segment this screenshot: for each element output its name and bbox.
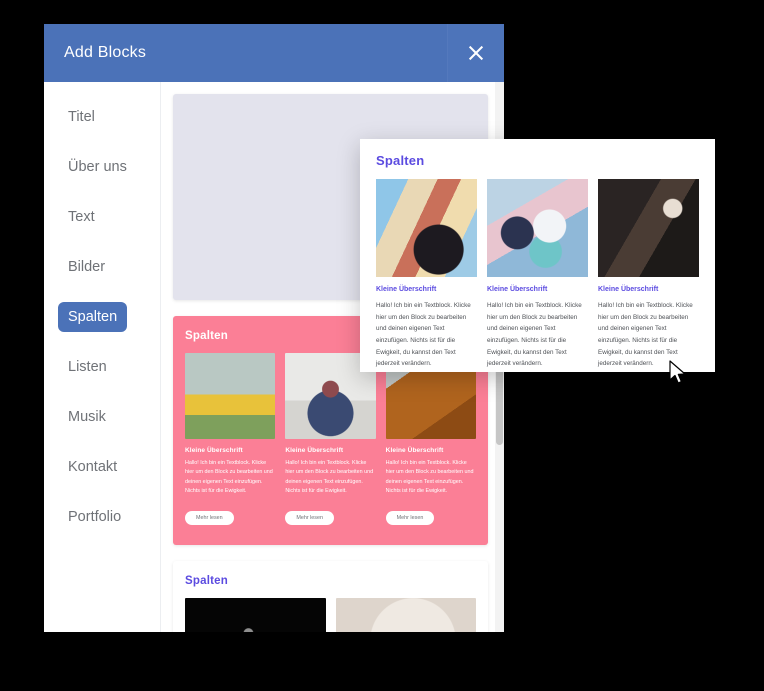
column-image (185, 353, 276, 439)
preview-column-image (487, 179, 588, 277)
block-column: Kleine Überschrift Hallo! Ich bin ein Te… (285, 353, 376, 525)
column-heading: Kleine Überschrift (385, 447, 444, 454)
column-button[interactable]: Mehr lesen (285, 510, 334, 525)
preview-column: Kleine Überschrift Hallo! Ich bin ein Te… (376, 179, 477, 370)
sidebar-item-listen[interactable]: Listen (58, 352, 117, 382)
column-text: Hallo! Ich bin ein Textblock. Klicke hie… (185, 460, 273, 495)
block-column: Kleine Überschrift Hallo! Ich bin ein Te… (385, 353, 476, 525)
block-column: Kleine Überschrift Hallo! Ich bin ein Te… (185, 353, 276, 525)
preview-column-text: Hallo! Ich bin ein Textblock. Klicke hie… (487, 302, 582, 368)
page-background: Add Blocks Titel Über uns Text Bilder Sp… (0, 0, 764, 691)
sidebar-item-titel[interactable]: Titel (58, 102, 105, 132)
sidebar-item-spalten[interactable]: Spalten (58, 302, 128, 332)
modal-title: Add Blocks (64, 44, 147, 61)
column-button[interactable]: Mehr lesen (385, 510, 435, 525)
preview-title: Spalten (376, 153, 425, 168)
block-card-spalten-white[interactable]: Spalten (173, 560, 488, 632)
column-image (185, 597, 326, 632)
preview-column-text: Hallo! Ich bin ein Textblock. Klicke hie… (376, 302, 471, 368)
column-text: Hallo! Ich bin ein Textblock. Klicke hie… (285, 460, 374, 495)
scrollbar-thumb[interactable] (496, 360, 503, 445)
sidebar-item-portfolio[interactable]: Portfolio (58, 502, 131, 532)
block-columns: Kleine Überschrift Hallo! Ich bin ein Te… (185, 353, 476, 525)
sidebar-item-bilder[interactable]: Bilder (58, 252, 115, 282)
preview-columns: Kleine Überschrift Hallo! Ich bin ein Te… (376, 179, 699, 370)
block-columns (185, 597, 476, 632)
block-column (335, 597, 476, 632)
column-text: Hallo! Ich bin ein Textblock. Klicke hie… (385, 460, 474, 495)
block-preview-popover: Spalten Kleine Überschrift Hallo! Ich bi… (360, 139, 715, 372)
sidebar-item-kontakt[interactable]: Kontakt (58, 452, 127, 482)
preview-column-heading: Kleine Überschrift (376, 286, 437, 293)
close-button[interactable] (447, 24, 504, 82)
preview-column-heading: Kleine Überschrift (487, 286, 548, 293)
column-image (335, 597, 476, 632)
preview-column-text: Hallo! Ich bin ein Textblock. Klicke hie… (598, 302, 693, 368)
block-card-title: Spalten (185, 574, 228, 587)
category-sidebar: Titel Über uns Text Bilder Spalten Liste… (44, 82, 161, 632)
close-icon (467, 44, 485, 62)
sidebar-item-musik[interactable]: Musik (58, 402, 116, 432)
sidebar-item-ueber-uns[interactable]: Über uns (58, 152, 137, 182)
preview-column-image (376, 179, 477, 277)
preview-column: Kleine Überschrift Hallo! Ich bin ein Te… (487, 179, 588, 370)
column-button[interactable]: Mehr lesen (185, 510, 234, 525)
column-heading: Kleine Überschrift (285, 447, 344, 454)
preview-column: Kleine Überschrift Hallo! Ich bin ein Te… (598, 179, 699, 370)
modal-header: Add Blocks (44, 24, 504, 82)
preview-column-image (598, 179, 699, 277)
column-heading: Kleine Überschrift (185, 447, 243, 454)
block-column (185, 597, 326, 632)
preview-column-heading: Kleine Überschrift (598, 286, 659, 293)
sidebar-item-text[interactable]: Text (58, 202, 105, 232)
